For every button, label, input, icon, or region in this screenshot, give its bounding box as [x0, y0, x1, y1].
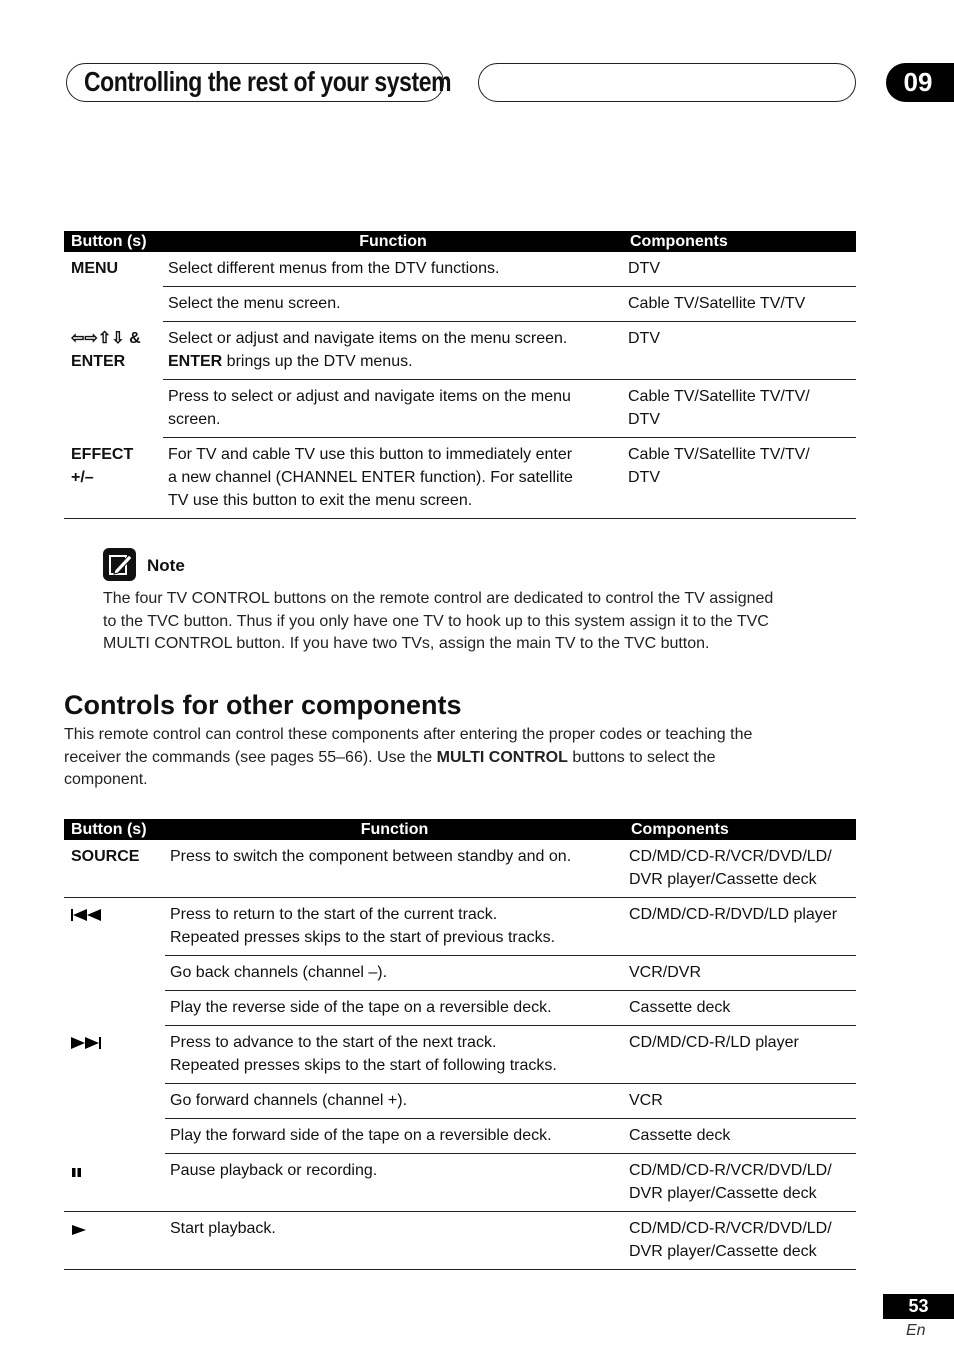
components-cell: Cable TV/Satellite TV/TV [623, 286, 856, 322]
table-row: Press to return to the start of the curr… [64, 897, 856, 956]
table-row: SOURCE Press to switch the component betw… [64, 840, 856, 898]
function-cell: Press to select or adjust and navigate i… [163, 379, 623, 438]
bold-text: MULTI CONTROL [436, 748, 568, 766]
header-function: Function [163, 231, 623, 252]
components-cell: CD/MD/CD-R/VCR/DVD/LD/ DVR player/Casset… [624, 1211, 856, 1270]
page-header-title: Controlling the rest of your system [84, 66, 452, 97]
function-cell: Press to advance to the start of the nex… [165, 1025, 624, 1084]
components-cell: Cable TV/Satellite TV/TV/ DTV [623, 379, 856, 438]
components-cell: CD/MD/CD-R/VCR/DVD/LD/ DVR player/Casset… [624, 840, 856, 898]
function-cell: Go back channels (channel –). [165, 955, 624, 991]
text-span: Select different menus from the DTV func… [168, 260, 500, 277]
function-cell: Pause playback or recording. [165, 1153, 624, 1212]
text-span: Play the forward side of the tape on a r… [170, 1127, 552, 1144]
table-row: Select the menu screen. Cable TV/Satellit… [64, 286, 856, 322]
table-row: Play the reverse side of the tape on a r… [64, 990, 856, 1026]
text-span: Select the menu screen. [168, 295, 341, 312]
components-cell: CD/MD/CD-R/VCR/DVD/LD/ DVR player/Casset… [624, 1153, 856, 1212]
note-label: Note [147, 556, 185, 575]
text-span: Press to return to the start of the curr… [170, 906, 556, 946]
components-cell: CD/MD/CD-R/LD player [624, 1025, 856, 1084]
text-span: Pause playback or recording. [170, 1162, 378, 1179]
table-other-components: Button (s) Function Components SOURCE Pre… [64, 819, 856, 1270]
button-cell [64, 1026, 165, 1154]
button-cell: ⇦⇨⇧⇩ & ENTER [71, 329, 141, 370]
function-cell: Play the reverse side of the tape on a r… [165, 990, 624, 1026]
function-cell: Select the menu screen. [163, 286, 623, 322]
table-tv-controls: Button (s) Function Components MENU Selec… [64, 231, 856, 519]
button-cell: SOURCE [64, 840, 165, 898]
table-header: Button (s) Function Components [64, 819, 856, 840]
table-row: ⇦⇨⇧⇩ & ENTER Select or adjust and navigat… [64, 321, 856, 380]
components-cell: Cassette deck [624, 1118, 856, 1154]
header-button: Button (s) [64, 819, 165, 840]
function-cell: Press to switch the component between st… [165, 840, 624, 898]
function-cell: Start playback. [165, 1211, 624, 1270]
components-cell: Cable TV/Satellite TV/TV/ DTV [623, 437, 856, 519]
text-span: Go forward channels (channel +). [170, 1092, 408, 1109]
text-span: Press to advance to the start of the nex… [170, 1034, 557, 1074]
pause-icon [71, 1162, 83, 1185]
components-cell: CD/MD/CD-R/DVD/LD player [624, 897, 856, 956]
header-button: Button (s) [64, 231, 163, 252]
table-row: Go forward channels (channel +). VCR [64, 1083, 856, 1119]
text-span: Play the reverse side of the tape on a r… [170, 999, 552, 1016]
button-cell [64, 898, 165, 1026]
bold-text: ENTER [168, 353, 223, 370]
table-row: Go back channels (channel –). VCR/DVR [64, 955, 856, 991]
note-text: The four TV CONTROL buttons on the remot… [103, 590, 774, 652]
text-span: Select or adjust and navigate items on t… [168, 330, 568, 347]
text-span: Press to switch the component between st… [170, 848, 572, 865]
table-row: Press to select or adjust and navigate i… [64, 379, 856, 438]
section-intro: This remote control can control these co… [64, 724, 854, 792]
components-cell: VCR/DVR [624, 955, 856, 991]
next-track-icon [71, 1034, 105, 1057]
components-cell: DTV [623, 252, 856, 287]
pencil-note-icon [103, 548, 136, 581]
function-cell: Select different menus from the DTV func… [163, 252, 623, 287]
function-cell: Select or adjust and navigate items on t… [163, 321, 623, 380]
header-blank-frame [478, 63, 856, 102]
table-row: MENU Select different menus from the DTV … [64, 252, 856, 287]
button-cell: MENU [71, 260, 119, 277]
chapter-tab: 09 [886, 63, 954, 102]
table-row: Pause playback or recording. CD/MD/CD-R/V… [64, 1153, 856, 1212]
components-cell: Cassette deck [624, 990, 856, 1026]
page-number: 53 [883, 1294, 954, 1319]
function-cell: For TV and cable TV use this button to i… [163, 437, 623, 519]
header-function: Function [165, 819, 624, 840]
function-cell: Press to return to the start of the curr… [165, 897, 624, 956]
previous-track-icon [71, 906, 105, 929]
button-cell [64, 1153, 165, 1212]
table-header: Button (s) Function Components [64, 231, 856, 252]
header-components: Components [623, 231, 856, 252]
text-span: brings up the DTV menus. [222, 353, 413, 370]
components-cell: VCR [624, 1083, 856, 1119]
table-row: EFFECT +/– For TV and cable TV use this b… [64, 437, 856, 519]
header-components: Components [624, 819, 856, 840]
table-row: Press to advance to the start of the nex… [64, 1025, 856, 1084]
text-span: For TV and cable TV use this button to i… [168, 446, 573, 509]
components-cell: DTV [623, 321, 856, 380]
text-span: Start playback. [170, 1220, 276, 1237]
function-cell: Go forward channels (channel +). [165, 1083, 624, 1119]
button-cell [64, 1211, 165, 1270]
text-span: Press to select or adjust and navigate i… [168, 388, 571, 428]
section-heading: Controls for other components [64, 690, 462, 720]
language-code: En [906, 1322, 926, 1339]
function-cell: Play the forward side of the tape on a r… [165, 1118, 624, 1154]
table-row: Start playback. CD/MD/CD-R/VCR/DVD/LD/ DV… [64, 1211, 856, 1270]
button-cell: EFFECT +/– [64, 437, 163, 519]
table-row: Play the forward side of the tape on a r… [64, 1118, 856, 1154]
play-icon [71, 1220, 87, 1243]
text-span: Go back channels (channel –). [170, 964, 388, 981]
